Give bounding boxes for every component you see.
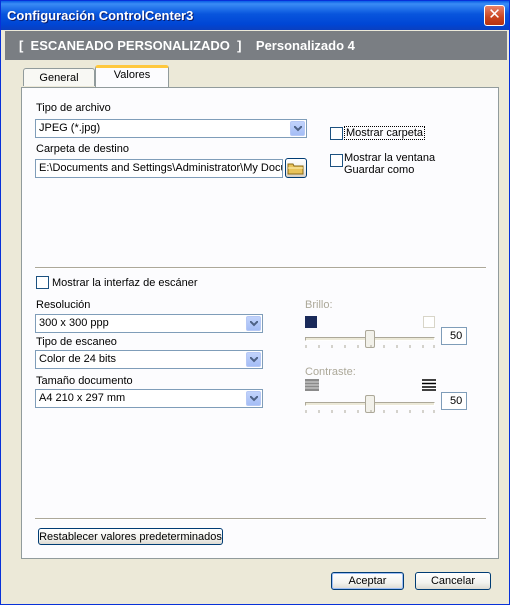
destination-folder-input[interactable]: E:\Documents and Settings\Administrator\… — [35, 159, 283, 178]
file-type-select[interactable]: JPEG (*.jpg) — [35, 119, 307, 138]
document-size-value: A4 210 x 297 mm — [39, 392, 126, 404]
file-type-label: Tipo de archivo — [36, 102, 111, 114]
show-folder-checkbox[interactable] — [330, 127, 343, 140]
show-scanner-interface-label: Mostrar la interfaz de escáner — [52, 277, 198, 289]
light-swatch-icon — [423, 316, 435, 328]
dark-swatch-icon — [305, 316, 317, 328]
chevron-down-icon — [246, 391, 261, 406]
show-scanner-interface-checkbox[interactable] — [36, 276, 49, 289]
cancel-button[interactable]: Cancelar — [415, 572, 491, 590]
tab-general-label: General — [39, 72, 79, 84]
show-save-as-label: Mostrar la ventana Guardar como — [344, 152, 436, 176]
high-contrast-icon — [422, 379, 436, 391]
scan-type-value: Color de 24 bits — [39, 353, 117, 365]
chevron-down-icon — [290, 121, 305, 136]
resolution-select[interactable]: 300 x 300 ppp — [35, 314, 263, 333]
folder-icon — [287, 163, 304, 175]
chevron-down-icon — [246, 316, 261, 331]
window-title: Configuración ControlCenter3 — [7, 8, 194, 23]
tab-values-label: Valores — [113, 69, 151, 81]
tab-general[interactable]: General — [23, 68, 95, 86]
contrast-ticks — [305, 410, 435, 413]
contrast-label: Contraste: — [305, 366, 356, 378]
brightness-label: Brillo: — [305, 299, 333, 311]
contrast-value[interactable]: 50 — [441, 392, 467, 410]
show-save-as-checkbox[interactable] — [330, 154, 343, 167]
close-button[interactable]: ✕ — [484, 5, 505, 26]
title-bar: Configuración ControlCenter3 ✕ — [1, 1, 509, 30]
resolution-label: Resolución — [36, 299, 91, 311]
scan-type-label: Tipo de escaneo — [36, 336, 117, 348]
brightness-ticks — [305, 345, 435, 348]
settings-window: Configuración ControlCenter3 ✕ [ ESCANEA… — [0, 0, 510, 605]
tab-values[interactable]: Valores — [95, 65, 169, 87]
scan-profile-header: [ ESCANEADO PERSONALIZADO ] Personalizad… — [5, 31, 507, 60]
destination-folder-value: E:\Documents and Settings\Administrator\… — [39, 162, 283, 174]
destination-folder-label: Carpeta de destino — [36, 143, 129, 155]
document-size-select[interactable]: A4 210 x 297 mm — [35, 389, 263, 408]
section-divider — [35, 267, 486, 269]
tab-panel-values: Tipo de archivo JPEG (*.jpg) Carpeta de … — [21, 87, 499, 559]
document-size-label: Tamaño documento — [36, 375, 133, 387]
bottom-divider — [35, 518, 486, 520]
file-type-value: JPEG (*.jpg) — [39, 122, 101, 134]
reset-defaults-button[interactable]: Restablecer valores predeterminados — [38, 528, 223, 545]
chevron-down-icon — [246, 352, 261, 367]
close-icon: ✕ — [488, 6, 501, 23]
brightness-value[interactable]: 50 — [441, 327, 467, 345]
accept-button[interactable]: Aceptar — [331, 572, 404, 590]
browse-folder-button[interactable] — [285, 158, 307, 178]
resolution-value: 300 x 300 ppp — [39, 317, 109, 329]
scan-type-select[interactable]: Color de 24 bits — [35, 350, 263, 369]
show-folder-label: Mostrar carpeta — [344, 126, 426, 140]
low-contrast-icon — [305, 379, 319, 391]
